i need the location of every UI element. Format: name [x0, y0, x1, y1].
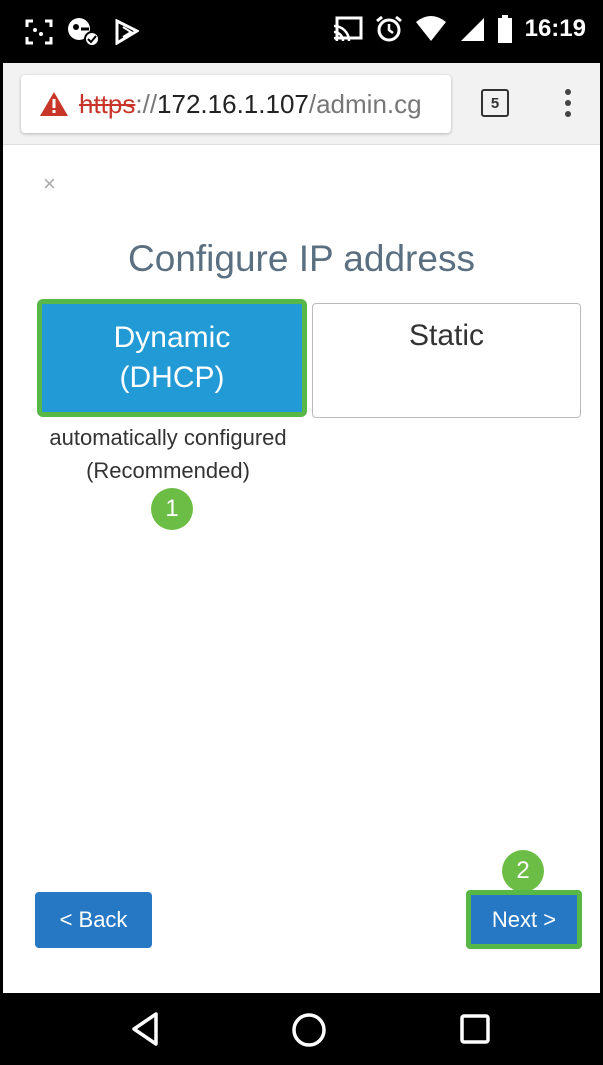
battery-icon	[497, 15, 512, 43]
status-bar: 16:19	[3, 3, 600, 63]
page-title: Configure IP address	[128, 238, 475, 279]
option-dynamic-note: automatically configured (Recommended)	[23, 421, 313, 487]
close-button[interactable]: ×	[43, 171, 56, 197]
wifi-icon	[415, 16, 446, 41]
menu-dot-icon	[565, 100, 571, 106]
step-badge-1: 1	[151, 488, 193, 530]
status-right-icons: 16:19	[333, 15, 586, 43]
nav-recents-icon[interactable]	[459, 1013, 491, 1045]
alarm-icon	[375, 15, 402, 42]
note-line-1: automatically configured	[49, 425, 287, 450]
browser-toolbar: https://172.16.1.107/admin.cg 5	[3, 63, 600, 145]
step-badge-2: 2	[502, 850, 544, 892]
signal-icon	[460, 18, 484, 41]
option-dynamic-dhcp[interactable]: Dynamic (DHCP)	[37, 299, 307, 417]
option-dynamic-sublabel: (DHCP)	[119, 361, 225, 394]
option-dynamic-label: Dynamic	[113, 321, 231, 354]
nav-home-icon[interactable]	[290, 1011, 328, 1049]
phone-screen: 16:19 https://172.16.1.107/admin.cg 5 × …	[0, 0, 603, 1065]
url-scheme: https	[79, 88, 136, 119]
back-button[interactable]: < Back	[35, 892, 152, 948]
status-left-icons	[25, 17, 139, 47]
url-host: 172.16.1.107	[157, 88, 309, 119]
next-button[interactable]: Next >	[466, 890, 582, 949]
navigation-bar	[3, 993, 600, 1062]
menu-dot-icon	[565, 111, 571, 117]
option-static-label: Static	[408, 319, 485, 352]
url-path: /admin.cg	[308, 88, 422, 119]
note-line-2: (Recommended)	[86, 458, 250, 483]
url-separator: ://	[135, 88, 158, 119]
status-time: 16:19	[524, 15, 586, 42]
browser-menu-button[interactable]	[559, 85, 577, 121]
option-static[interactable]: Static	[312, 303, 581, 418]
nfc-icon	[115, 19, 139, 45]
warning-triangle-icon[interactable]	[39, 91, 69, 117]
vpn-key-icon	[68, 18, 100, 47]
screenshot-icon	[25, 19, 53, 45]
address-bar[interactable]: https://172.16.1.107/admin.cg	[21, 75, 451, 133]
tab-switcher-button[interactable]: 5	[481, 89, 509, 117]
menu-dot-icon	[565, 89, 571, 95]
nav-back-icon[interactable]	[130, 1011, 160, 1047]
cast-icon	[333, 16, 363, 42]
